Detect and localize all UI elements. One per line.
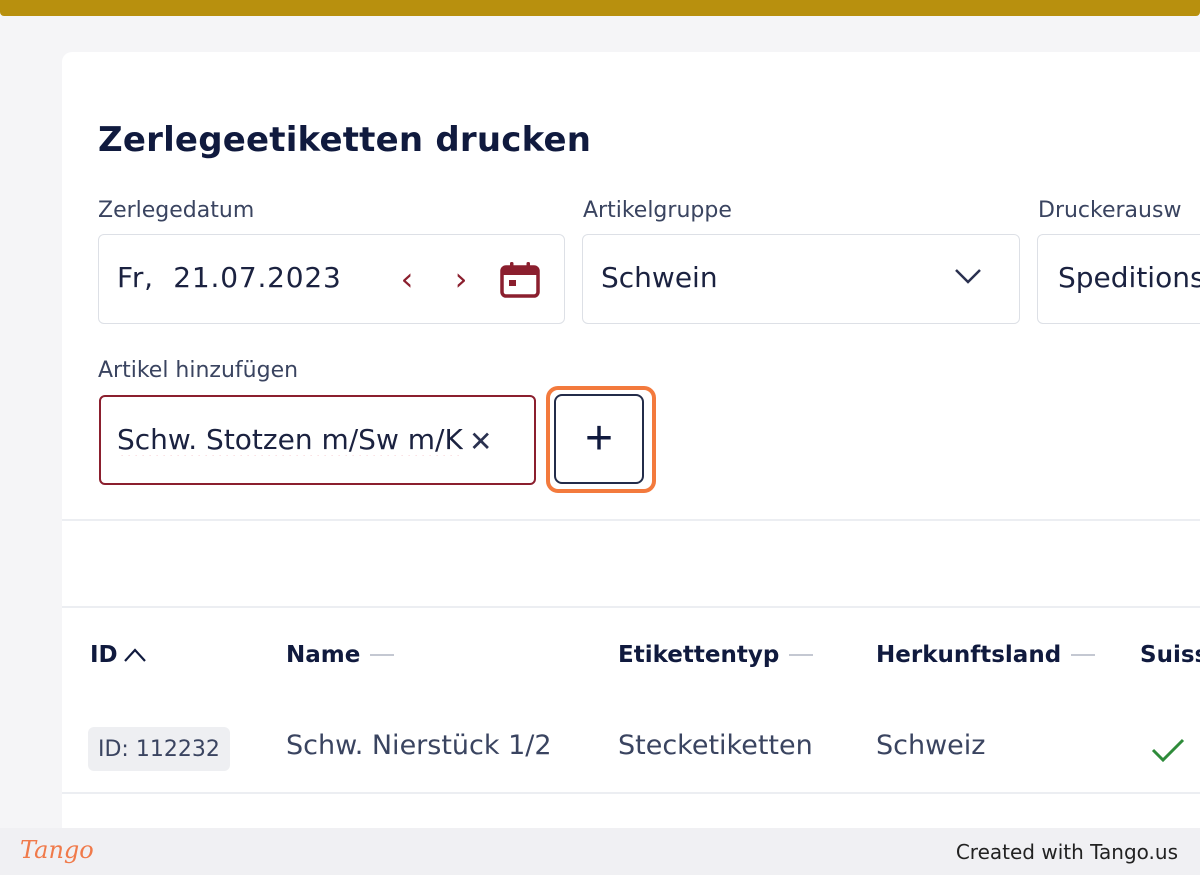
divider-table-top — [62, 606, 1200, 608]
page-background — [0, 16, 62, 828]
cell-country: Schweiz — [876, 730, 986, 761]
close-icon[interactable]: ✕ — [469, 425, 492, 458]
tango-logo: Tango — [20, 836, 94, 864]
printer-value: Speditions — [1058, 261, 1200, 294]
date-label: Zerlegedatum — [98, 198, 255, 223]
cell-type: Stecketiketten — [618, 730, 813, 761]
id-badge: ID: 112232 — [88, 727, 230, 771]
top-accent-bar — [0, 0, 1200, 16]
printer-label: Druckerausw — [1038, 198, 1182, 223]
group-value: Schwein — [601, 261, 718, 294]
divider-top — [62, 519, 1200, 521]
chevron-right-icon[interactable]: › — [449, 255, 473, 303]
date-value: Fr, 21.07.2023 — [117, 261, 342, 294]
footer-credit: Created with Tango.us — [955, 840, 1178, 864]
column-header-suisse[interactable]: Suiss — [1140, 642, 1200, 668]
sort-neutral-icon — [1071, 654, 1096, 656]
printer-select[interactable]: Speditions — [1037, 234, 1200, 324]
column-header-type[interactable]: Etikettentyp — [618, 642, 814, 668]
cell-name: Schw. Nierstück 1/2 — [286, 730, 552, 761]
article-input-value: Schw. Stotzen m/Sw m/K — [117, 423, 463, 456]
sort-neutral-icon — [370, 654, 395, 656]
group-label: Artikelgruppe — [583, 198, 732, 223]
article-label: Artikel hinzufügen — [98, 358, 299, 383]
date-field[interactable]: Fr, 21.07.2023 ‹ › — [98, 234, 565, 324]
article-input[interactable]: Schw. Stotzen m/Sw m/K ✕ — [99, 395, 536, 485]
column-header-country[interactable]: Herkunftsland — [876, 642, 1096, 668]
chevron-left-icon[interactable]: ‹ — [395, 255, 419, 303]
column-header-name[interactable]: Name — [286, 642, 395, 668]
sort-ascending-icon — [123, 648, 146, 662]
check-icon — [1151, 738, 1185, 763]
group-select[interactable]: Schwein — [582, 234, 1020, 324]
divider-row — [62, 792, 1200, 794]
add-article-button[interactable]: + — [554, 394, 644, 484]
sort-neutral-icon — [789, 654, 814, 656]
calendar-icon[interactable] — [499, 261, 541, 299]
chevron-down-icon — [955, 269, 981, 284]
page-title: Zerlegeetiketten drucken — [98, 120, 592, 160]
column-header-id[interactable]: ID — [90, 642, 148, 668]
